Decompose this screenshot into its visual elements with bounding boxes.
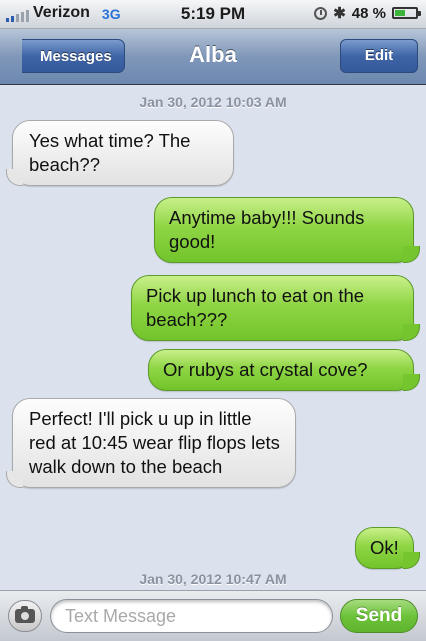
message-bubble-outgoing[interactable]: Anytime baby!!! Sounds good! (154, 197, 420, 263)
send-button[interactable]: Send (340, 599, 418, 633)
timestamp: Jan 30, 2012 10:03 AM (139, 94, 287, 110)
message-bubble-incoming[interactable]: Yes what time? The beach?? (12, 120, 234, 186)
timestamp: Jan 30, 2012 10:47 AM (139, 571, 287, 587)
orientation-lock-icon (314, 6, 328, 20)
message-bubble-incoming[interactable]: Perfect! I'll pick u up in little red at… (12, 398, 296, 488)
message-bubble-outgoing[interactable]: Ok! (355, 527, 420, 569)
battery-icon (392, 7, 421, 19)
message-bubble-outgoing[interactable]: Pick up lunch to eat on the beach??? (131, 275, 420, 341)
edit-button[interactable]: Edit (340, 39, 418, 73)
camera-icon (15, 606, 35, 623)
camera-button[interactable] (8, 600, 42, 632)
battery-percent: 48 % (351, 4, 386, 22)
message-input[interactable] (50, 599, 333, 633)
status-bar: Verizon 3G 5:19 PM ✱ 48 % (0, 0, 426, 29)
conversation-view[interactable]: Jan 30, 2012 10:03 AM Yes what time? The… (0, 85, 426, 590)
nav-bar: Messages Alba Edit (0, 29, 426, 85)
message-bubble-outgoing[interactable]: Or rubys at crystal cove? (148, 349, 420, 391)
battery-fill (395, 10, 405, 16)
bluetooth-icon: ✱ (333, 5, 346, 22)
status-right: ✱ 48 % (314, 4, 421, 22)
message-input-bar: Send (0, 590, 426, 641)
